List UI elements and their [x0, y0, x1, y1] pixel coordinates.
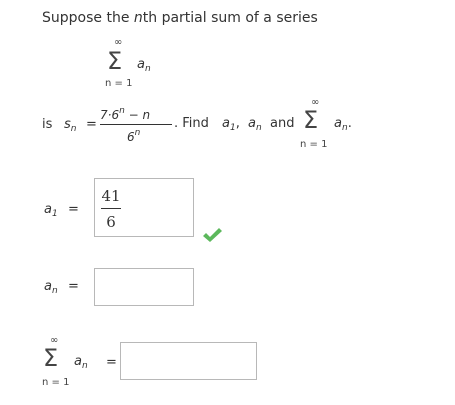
- question-intro: Suppose the nth partial sum of a series: [42, 11, 318, 25]
- a1-label-a: a: [44, 202, 52, 217]
- find-sum-lower-limit: n = 1: [300, 139, 328, 150]
- sum-answer-equals: =: [106, 355, 117, 370]
- intro-n: n: [133, 10, 143, 26]
- find-sigma-symbol: Σ: [303, 106, 319, 134]
- sn-s: s: [64, 117, 71, 132]
- an-answer-box[interactable]: [94, 268, 194, 306]
- formula-denominator: 6n: [127, 128, 141, 144]
- find-sum-term-a: a: [334, 116, 342, 131]
- find-comma: ,: [235, 116, 240, 131]
- sum-answer-term: an: [74, 355, 88, 371]
- find-sum-term: an.: [334, 117, 352, 133]
- is-label: is: [42, 117, 53, 132]
- a1-label: a1: [44, 203, 58, 219]
- sum-term-a: a: [137, 57, 145, 72]
- sum-answer-term-sub: n: [81, 361, 88, 371]
- a1-denominator: 6: [106, 213, 116, 231]
- sigma-symbol: Σ: [107, 47, 123, 75]
- formula-den-base: 6: [127, 130, 135, 144]
- sn-equals: =: [86, 117, 97, 132]
- sum-answer-box[interactable]: [120, 342, 257, 380]
- formula-fraction-bar: [100, 124, 172, 125]
- an-label: an: [44, 280, 58, 296]
- an-label-a: a: [44, 279, 52, 294]
- intro-text-post: th partial sum of a series: [142, 10, 318, 26]
- sum-answer-lower-limit: n = 1: [42, 377, 70, 388]
- find-an-sub: n: [255, 123, 262, 133]
- sn-sub: n: [70, 124, 77, 134]
- a1-answer-box[interactable]: 41 6: [94, 178, 194, 237]
- find-an-a: a: [248, 116, 256, 131]
- find-period: .: [347, 116, 352, 131]
- correct-check-icon: [203, 228, 222, 242]
- find-a1-a: a: [222, 116, 230, 131]
- sum-answer-sigma: Σ: [43, 344, 59, 372]
- a1-label-sub: 1: [51, 209, 58, 219]
- find-an: an: [248, 117, 262, 133]
- formula-numerator: 7·6n − n: [100, 107, 151, 122]
- and-text: and: [270, 116, 295, 131]
- sn-symbol: sn: [64, 118, 77, 134]
- formula-num-base: 7·6: [100, 108, 120, 122]
- intro-text-pre: Suppose the: [42, 10, 134, 26]
- a1-fraction-bar: [101, 208, 121, 209]
- find-text: . Find: [174, 116, 209, 131]
- sum-answer-term-a: a: [74, 354, 82, 369]
- sum-term: an: [137, 58, 151, 74]
- sum-term-sub: n: [144, 64, 151, 74]
- formula-den-exp: n: [134, 128, 141, 138]
- an-equals: =: [68, 279, 79, 294]
- formula-num-tail: − n: [124, 108, 151, 122]
- find-a1: a1,: [222, 117, 240, 133]
- a1-numerator: 41: [101, 187, 121, 205]
- an-label-sub: n: [51, 286, 58, 296]
- sum-lower-limit: n = 1: [105, 78, 133, 89]
